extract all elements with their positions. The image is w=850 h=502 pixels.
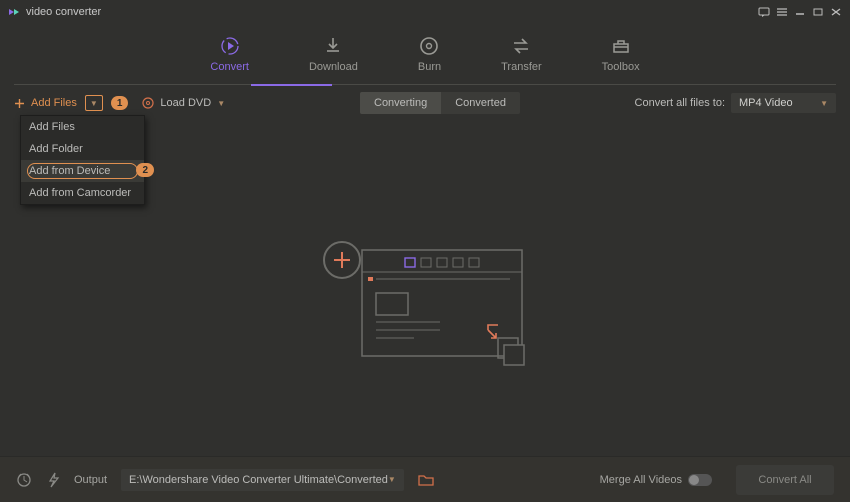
footer: Output E:\Wondershare Video Converter Ul… xyxy=(0,456,850,502)
step-badge-2: 2 xyxy=(136,163,154,177)
nav-transfer-label: Transfer xyxy=(501,61,542,73)
dropdown-add-files[interactable]: Add Files xyxy=(21,116,144,138)
menu-icon[interactable] xyxy=(776,7,788,17)
tab-converted[interactable]: Converted xyxy=(441,92,520,114)
chevron-down-icon: ▼ xyxy=(90,99,98,108)
download-icon xyxy=(322,35,344,57)
dvd-icon xyxy=(142,97,154,109)
feedback-icon[interactable] xyxy=(758,7,770,17)
chevron-down-icon: ▼ xyxy=(820,99,828,108)
chevron-down-icon: ▼ xyxy=(388,475,396,484)
add-files-dropdown-toggle[interactable]: ▼ xyxy=(85,95,103,111)
highlight-ring xyxy=(27,163,138,179)
plus-icon xyxy=(14,98,25,109)
toolbox-icon xyxy=(610,35,632,57)
merge-videos-control: Merge All Videos xyxy=(600,474,712,486)
convert-icon xyxy=(219,35,241,57)
maximize-icon[interactable] xyxy=(812,7,824,17)
minimize-icon[interactable] xyxy=(794,7,806,17)
nav-burn[interactable]: Burn xyxy=(418,35,441,73)
merge-toggle[interactable] xyxy=(688,474,712,486)
load-dvd-button[interactable]: Load DVD ▼ xyxy=(142,97,225,109)
nav-separator xyxy=(14,84,836,85)
burn-icon xyxy=(418,35,440,57)
dropdown-add-from-device[interactable]: Add from Device 2 xyxy=(21,160,144,182)
nav-transfer[interactable]: Transfer xyxy=(501,35,542,73)
status-segmented: Converting Converted xyxy=(360,92,520,114)
clock-icon[interactable] xyxy=(16,472,32,488)
nav-burn-label: Burn xyxy=(418,61,441,73)
dropdown-add-from-camcorder[interactable]: Add from Camcorder xyxy=(21,182,144,204)
chevron-down-icon[interactable]: ▼ xyxy=(217,99,225,108)
step-badge-1: 1 xyxy=(111,96,129,110)
nav-download-label: Download xyxy=(309,61,358,73)
add-files-dropdown: Add Files Add Folder Add from Device 2 A… xyxy=(20,115,145,205)
nav-convert-label: Convert xyxy=(210,61,249,73)
titlebar: video converter xyxy=(0,0,850,23)
flash-icon[interactable] xyxy=(46,472,60,488)
output-format-dropdown[interactable]: MP4 Video ▼ xyxy=(731,93,836,113)
toggle-knob xyxy=(689,475,699,485)
output-path-value: E:\Wondershare Video Converter Ultimate\… xyxy=(129,474,388,486)
merge-videos-label: Merge All Videos xyxy=(600,474,682,486)
convert-all-button[interactable]: Convert All xyxy=(736,465,834,495)
output-format-value: MP4 Video xyxy=(739,97,793,109)
tab-converting[interactable]: Converting xyxy=(360,92,441,114)
empty-state-illustration xyxy=(320,238,530,388)
output-path-field[interactable]: E:\Wondershare Video Converter Ultimate\… xyxy=(121,469,404,491)
app-logo-icon xyxy=(8,6,20,18)
convert-all-format: Convert all files to: MP4 Video ▼ xyxy=(635,93,836,113)
nav-download[interactable]: Download xyxy=(309,35,358,73)
convert-to-label: Convert all files to: xyxy=(635,97,725,109)
main-nav: Convert Download Burn Transfer Toolbox xyxy=(0,23,850,85)
transfer-icon xyxy=(510,35,532,57)
active-tab-underline xyxy=(251,84,332,86)
app-window: video converter Convert Download Burn Tr… xyxy=(0,0,850,502)
add-files-button[interactable]: Add Files ▼ 1 xyxy=(14,95,128,111)
app-title: video converter xyxy=(26,6,101,18)
nav-toolbox[interactable]: Toolbox xyxy=(602,35,640,73)
dropdown-add-folder[interactable]: Add Folder xyxy=(21,138,144,160)
nav-toolbox-label: Toolbox xyxy=(602,61,640,73)
add-files-label: Add Files xyxy=(31,97,77,109)
load-dvd-label: Load DVD xyxy=(160,97,211,109)
toolbar: Add Files ▼ 1 Load DVD ▼ Converting Conv… xyxy=(0,88,850,118)
close-icon[interactable] xyxy=(830,7,842,17)
system-icons xyxy=(758,7,842,17)
output-label: Output xyxy=(74,474,107,486)
nav-convert[interactable]: Convert xyxy=(210,35,249,73)
open-folder-icon[interactable] xyxy=(418,473,434,487)
